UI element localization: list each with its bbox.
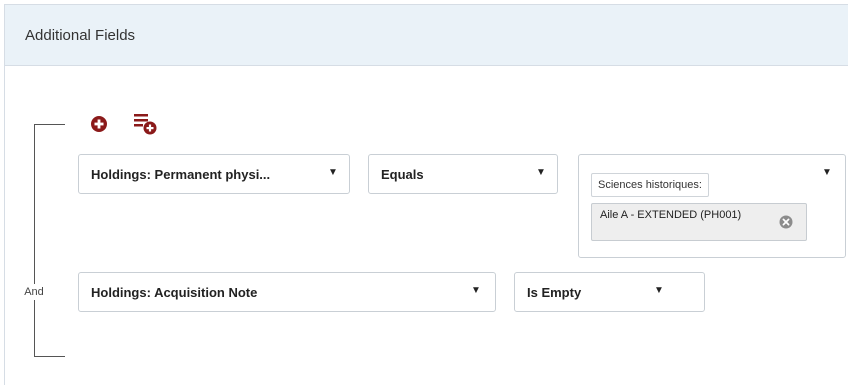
operator-select-2[interactable]: Is Empty ▼ xyxy=(514,272,705,312)
group-operator-label: And xyxy=(20,284,48,300)
group-bracket-bottom xyxy=(34,356,65,357)
field-select-2[interactable]: Holdings: Acquisition Note ▼ xyxy=(78,272,496,312)
caret-down-icon[interactable]: ▼ xyxy=(822,167,832,178)
field-select-2-value: Holdings: Acquisition Note xyxy=(91,285,258,300)
value-group-label: Sciences historiques: xyxy=(591,173,709,197)
caret-down-icon: ▼ xyxy=(471,285,481,296)
operator-select-1-value: Equals xyxy=(381,167,424,182)
field-select-1-value: Holdings: Permanent physi... xyxy=(91,167,271,182)
caret-down-icon: ▼ xyxy=(654,285,664,296)
panel-header: Additional Fields xyxy=(5,5,848,66)
group-bracket xyxy=(34,124,35,356)
caret-down-icon: ▼ xyxy=(536,167,546,178)
value-multiselect-1[interactable]: Sciences historiques: ▼ Aile A - EXTENDE… xyxy=(578,154,846,258)
operator-select-2-value: Is Empty xyxy=(527,285,582,300)
group-bracket-top xyxy=(34,124,65,125)
operator-select-1[interactable]: Equals ▼ xyxy=(368,154,558,194)
add-group-icon[interactable] xyxy=(134,112,160,136)
selected-value-text: Aile A - EXTENDED (PH001) xyxy=(600,209,742,221)
caret-down-icon: ▼ xyxy=(328,167,338,178)
panel-title: Additional Fields xyxy=(25,27,136,44)
add-condition-icon[interactable] xyxy=(90,115,108,133)
selected-value-chip: Aile A - EXTENDED (PH001) xyxy=(591,203,807,241)
remove-circle-icon[interactable] xyxy=(779,215,793,229)
field-select-1[interactable]: Holdings: Permanent physi... ▼ xyxy=(78,154,350,194)
